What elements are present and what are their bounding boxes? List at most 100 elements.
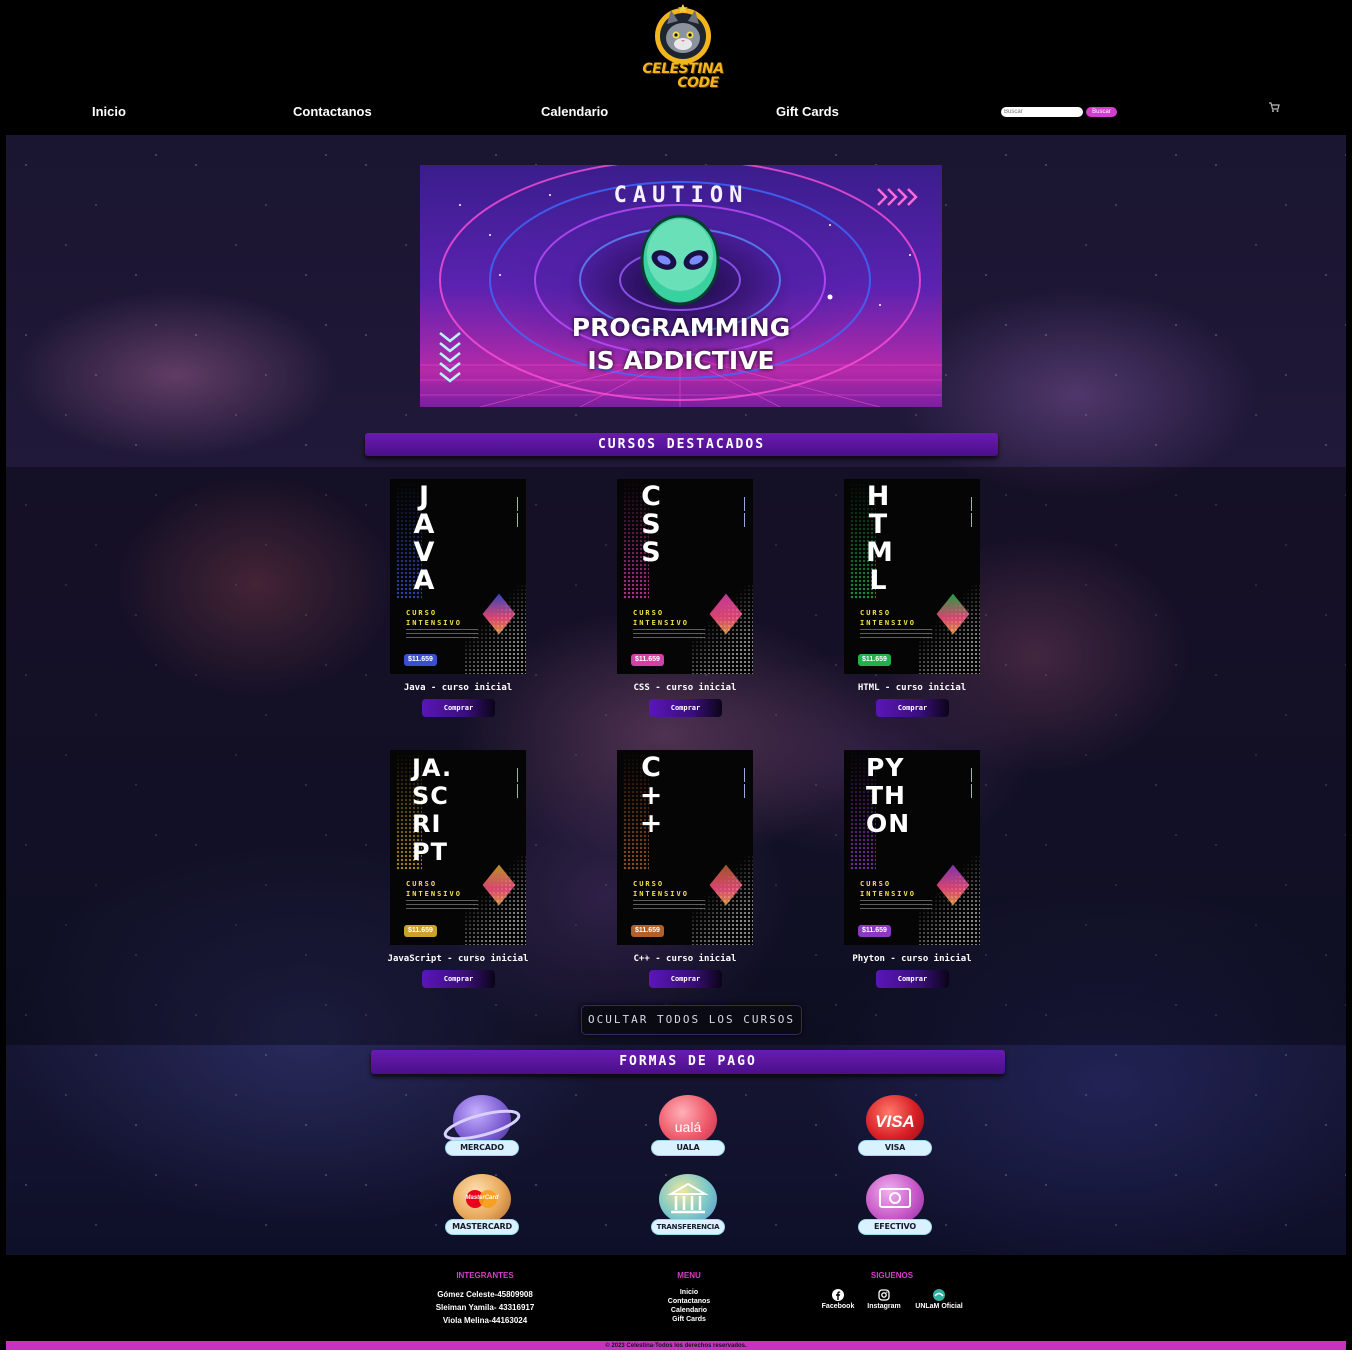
poster-language-title: JAVA xyxy=(413,481,435,596)
footer-menu-link[interactable]: Gift Cards xyxy=(648,1315,730,1324)
poster-language-title: HTML xyxy=(866,481,893,596)
site-header: CELESTINA CODE Inicio Contactanos Calend… xyxy=(0,0,1352,135)
nav-link-inicio[interactable]: Inicio xyxy=(92,104,126,119)
planet-ring-icon xyxy=(443,1109,521,1141)
poster-intensivo-label: INTENSIVO xyxy=(633,619,689,627)
poster-curso-intensivo: CURSO INTENSIVO xyxy=(860,879,916,899)
logo-text-line1: CELESTINA xyxy=(642,61,724,77)
payment-mercado-pago[interactable]: MERCADO xyxy=(442,1095,522,1160)
copyright-bar: © 2023 Celestina-Todos los derechos rese… xyxy=(6,1341,1346,1350)
poster-dates xyxy=(744,495,745,529)
poster-curso-intensivo: CURSO INTENSIVO xyxy=(633,879,689,899)
footer-menu: MENU Inicio Contactanos Calendario Gift … xyxy=(648,1271,730,1324)
payment-uala[interactable]: ualá UALA xyxy=(648,1095,728,1160)
footer-menu-link[interactable]: Contactanos xyxy=(648,1297,730,1306)
cart-icon[interactable] xyxy=(1268,101,1280,113)
hero-line-1: PROGRAMMING xyxy=(571,313,791,342)
poster-dates xyxy=(971,495,972,529)
poster-curso-intensivo: CURSO INTENSIVO xyxy=(406,879,462,899)
footer-member: Viola Melina-44163024 xyxy=(442,1316,528,1325)
social-facebook[interactable]: Facebook xyxy=(818,1289,858,1310)
course-poster[interactable]: JA. SC RI PT CURSO INTENSIVO $11.659 xyxy=(390,750,526,945)
poster-price: $11.659 xyxy=(631,925,664,937)
poster-halftone xyxy=(691,855,753,945)
poster-halftone xyxy=(918,584,980,674)
poster-language-title: PY TH ON xyxy=(866,753,911,838)
course-title: CSS - curso inicial xyxy=(633,683,737,693)
buy-button[interactable]: Comprar xyxy=(876,699,949,717)
social-instagram[interactable]: Instagram xyxy=(862,1289,906,1310)
course-title: JavaScript - curso inicial xyxy=(387,954,529,964)
course-title: Java - curso inicial xyxy=(403,683,513,693)
hero-line-2: IS ADDICTIVE xyxy=(587,346,775,375)
poster-halftone xyxy=(918,855,980,945)
buy-button[interactable]: Comprar xyxy=(422,699,495,717)
footer-siguenos-title: SIGUENOS xyxy=(870,1271,914,1280)
search-input[interactable] xyxy=(1001,107,1083,117)
social-instagram-label: Instagram xyxy=(867,1303,901,1310)
payment-label-efectivo: EFECTIVO xyxy=(859,1220,931,1234)
search-button[interactable]: Buscar xyxy=(1086,107,1117,117)
nav-link-calendario[interactable]: Calendario xyxy=(541,104,608,119)
poster-curso-intensivo: CURSO INTENSIVO xyxy=(406,608,462,628)
social-facebook-label: Facebook xyxy=(821,1303,855,1310)
payment-visa[interactable]: VISA VISA xyxy=(855,1095,935,1160)
uala-orb-text: ualá xyxy=(674,1119,702,1135)
poster-curso-label: CURSO xyxy=(860,609,892,617)
footer-menu-link[interactable]: Calendario xyxy=(648,1306,730,1315)
poster-intensivo-label: INTENSIVO xyxy=(860,890,916,898)
poster-halftone xyxy=(691,584,753,674)
payment-label-uala: UALA xyxy=(652,1141,724,1155)
course-title: C++ - curso inicial xyxy=(633,954,737,964)
bank-icon xyxy=(659,1174,717,1224)
poster-curso-label: CURSO xyxy=(406,609,438,617)
payment-label-mastercard: MASTERCARD xyxy=(446,1220,518,1234)
buy-button[interactable]: Comprar xyxy=(422,970,495,988)
poster-language-title: JA. SC RI PT xyxy=(412,754,453,866)
payment-label-transferencia: TRANSFERENCIA xyxy=(652,1220,724,1234)
course-poster[interactable]: C + + CURSO INTENSIVO $11.659 xyxy=(617,750,753,945)
footer-integrantes: INTEGRANTES Gómez Celeste-45809908 Sleim… xyxy=(400,1271,570,1327)
course-poster[interactable]: PY TH ON CURSO INTENSIVO $11.659 xyxy=(844,750,980,945)
poster-price: $11.659 xyxy=(631,654,664,666)
hide-courses-button[interactable]: OCULTAR TODOS LOS CURSOS xyxy=(581,1005,802,1035)
poster-curso-label: CURSO xyxy=(860,880,892,888)
visa-orb-text: VISA xyxy=(875,1112,915,1131)
uala-logo-icon: ualá xyxy=(659,1095,717,1145)
nav-link-gift-cards[interactable]: Gift Cards xyxy=(776,104,839,119)
course-title: Phyton - curso inicial xyxy=(852,954,972,964)
social-unlam[interactable]: UNLaM Oficial xyxy=(910,1289,968,1310)
logo[interactable]: CELESTINA CODE xyxy=(640,4,726,96)
payment-efectivo[interactable]: EFECTIVO xyxy=(855,1174,935,1239)
logo-text-line2: CODE xyxy=(677,75,719,91)
payment-mastercard[interactable]: MasterCard MASTERCARD xyxy=(442,1174,522,1239)
course-poster[interactable]: CSS CURSO INTENSIVO $11.659 xyxy=(617,479,753,674)
buy-button[interactable]: Comprar xyxy=(876,970,949,988)
poster-dates xyxy=(517,766,518,800)
poster-dates xyxy=(971,766,972,800)
footer-member: Gómez Celeste-45809908 xyxy=(437,1290,533,1299)
footer-siguenos: SIGUENOS xyxy=(852,1271,932,1288)
social-unlam-label: UNLaM Oficial xyxy=(915,1303,963,1310)
cash-icon xyxy=(866,1174,924,1224)
nav-link-contactanos[interactable]: Contactanos xyxy=(293,104,372,119)
buy-button[interactable]: Comprar xyxy=(649,699,722,717)
course-poster[interactable]: JAVA CURSO INTENSIVO $11.659 xyxy=(390,479,526,674)
buy-button[interactable]: Comprar xyxy=(649,970,722,988)
poster-intensivo-label: INTENSIVO xyxy=(860,619,916,627)
featured-courses-title: CURSOS DESTACADOS xyxy=(365,433,998,456)
poster-dates xyxy=(517,495,518,529)
unlam-logo-icon xyxy=(933,1289,945,1301)
course-poster[interactable]: HTML CURSO INTENSIVO $11.659 xyxy=(844,479,980,674)
payment-transferencia[interactable]: TRANSFERENCIA xyxy=(648,1174,728,1239)
poster-price: $11.659 xyxy=(404,925,437,937)
poster-halftone xyxy=(464,855,526,945)
poster-language-title: C + + xyxy=(639,752,663,839)
footer-menu-link[interactable]: Inicio xyxy=(648,1288,730,1297)
alien-head-icon xyxy=(640,214,720,306)
poster-price: $11.659 xyxy=(858,654,891,666)
poster-curso-intensivo: CURSO INTENSIVO xyxy=(633,608,689,628)
poster-language-title: CSS xyxy=(641,481,661,568)
poster-dates xyxy=(744,766,745,800)
mastercard-logo-icon: MasterCard xyxy=(453,1174,511,1224)
